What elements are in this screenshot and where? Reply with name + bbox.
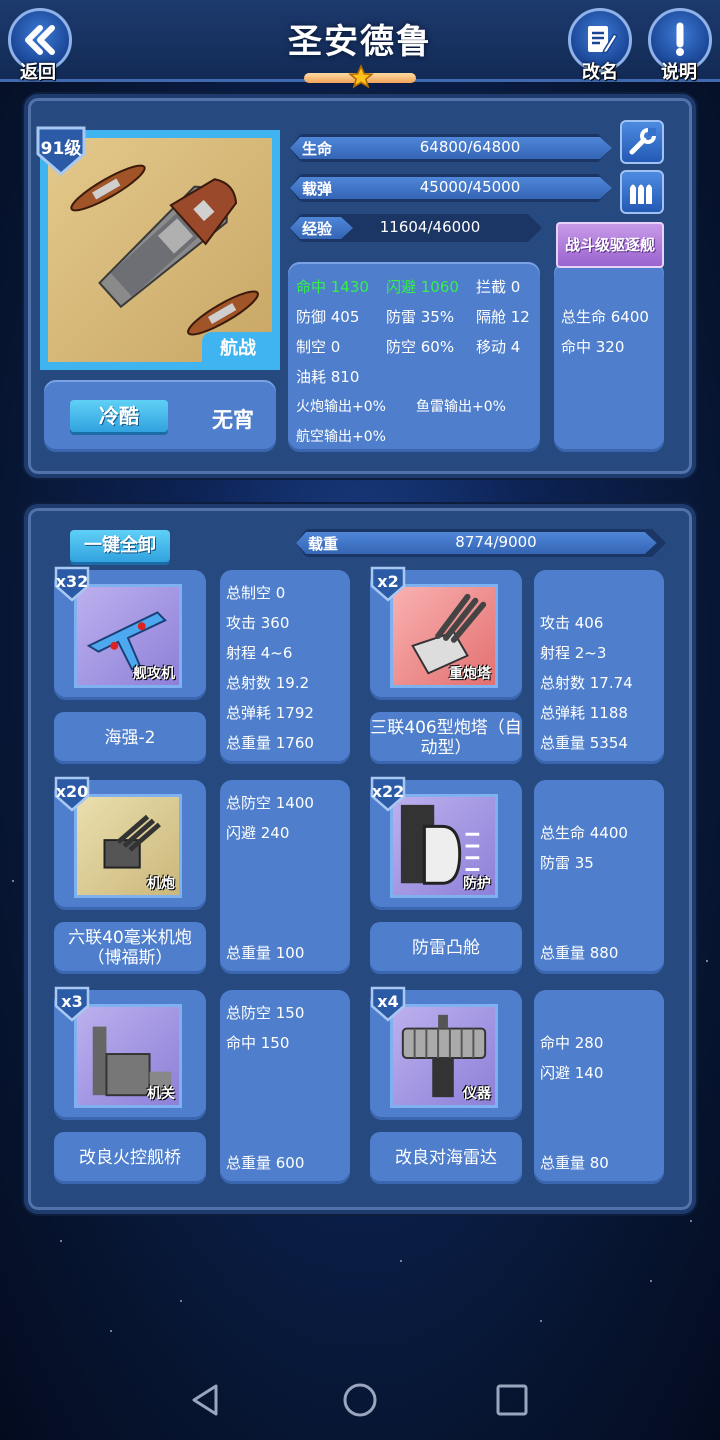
rating-stars	[304, 64, 416, 89]
unload-all-button[interactable]: 一键全卸	[70, 530, 170, 562]
equip-stats-3: 总防空 1400 闪避 240 总重量 100	[220, 780, 350, 974]
equip-name-6: 改良对海雷达	[370, 1132, 522, 1184]
stat-intercept: 拦截 0	[476, 278, 521, 296]
class-badge[interactable]: 战斗级驱逐舰	[556, 222, 664, 268]
count-badge: x20	[52, 776, 92, 812]
stat-bulkhead: 隔舱 12	[476, 308, 530, 326]
count-badge: x4	[368, 986, 408, 1022]
level-badge: 91级	[32, 124, 90, 176]
stat-gun-output: 火炮输出+0%	[296, 399, 386, 415]
exp-bar: 经验 11604/46000	[290, 214, 542, 242]
ship-type-tag: 航战	[202, 332, 274, 366]
exclamation-icon	[676, 22, 684, 56]
load-bar: 载重 8774/9000	[296, 529, 666, 557]
repair-button[interactable]	[620, 120, 664, 164]
count-badge: x3	[52, 986, 92, 1022]
top-bar: 返回 圣安德鲁 改名 说明	[0, 0, 720, 89]
equip-name-2: 三联406型炮塔（自动型）	[370, 712, 522, 764]
equip-stats-5: 总防空 150 命中 150 总重量 600	[220, 990, 350, 1184]
stat-evade: 闪避 1060	[386, 278, 459, 296]
stat-air-output: 航空输出+0%	[296, 429, 386, 445]
equip-name-1: 海强-2	[54, 712, 206, 764]
nav-recents-icon[interactable]	[492, 1380, 532, 1420]
stat-torp-def: 防雷 35%	[386, 308, 455, 326]
skill-button[interactable]: 冷酷	[70, 400, 168, 432]
equip-stats-1: 总制空 0 攻击 360 射程 4~6 总射数 19.2 总弹耗 1792 总重…	[220, 570, 350, 764]
equip-stats-6: 命中 280 闪避 140 总重量 80	[534, 990, 664, 1184]
stat-fuel: 油耗 810	[296, 368, 360, 386]
count-badge: x2	[368, 566, 408, 602]
bonus-card	[554, 262, 664, 452]
back-label: 返回	[20, 62, 56, 83]
nav-back-icon[interactable]	[186, 1380, 226, 1420]
hp-bar: 生命 64800/64800	[290, 134, 612, 162]
count-badge: x32	[52, 566, 92, 602]
bonus-hp: 总生命 6400	[561, 308, 649, 326]
stat-defense: 防御 405	[296, 308, 360, 326]
equip-name-5: 改良火控舰桥	[54, 1132, 206, 1184]
equip-name-4: 防雷凸舱	[370, 922, 522, 974]
nav-home-icon[interactable]	[340, 1380, 380, 1420]
ammo-icon	[630, 184, 652, 204]
wrench-icon	[629, 128, 656, 155]
count-badge: x22	[368, 776, 408, 812]
stat-move: 移动 4	[476, 338, 521, 356]
equip-stats-2: 攻击 406 射程 2~3 总射数 17.74 总弹耗 1188 总重量 535…	[534, 570, 664, 764]
stat-torp-output: 鱼雷输出+0%	[416, 399, 506, 415]
equip-stats-4: 总生命 4400 防雷 35 总重量 880	[534, 780, 664, 974]
page-title: 圣安德鲁	[288, 22, 432, 62]
info-label: 说明	[661, 62, 697, 83]
bonus-hit: 命中 320	[561, 338, 625, 356]
star-icon	[348, 64, 374, 89]
rename-label: 改名	[582, 62, 618, 83]
stat-air-control: 制空 0	[296, 338, 341, 356]
system-nav-bar	[0, 1350, 720, 1440]
stat-hit: 命中 1430	[296, 278, 369, 296]
edit-document-icon	[588, 26, 619, 55]
ammo-bar: 载弹 45000/45000	[290, 174, 612, 202]
stat-aa: 防空 60%	[386, 338, 455, 356]
double-chevron-left-icon	[25, 25, 55, 55]
skill-value: 无宵	[212, 408, 254, 432]
equip-name-3: 六联40毫米机炮（博福斯）	[54, 922, 206, 974]
resupply-button[interactable]	[620, 170, 664, 214]
